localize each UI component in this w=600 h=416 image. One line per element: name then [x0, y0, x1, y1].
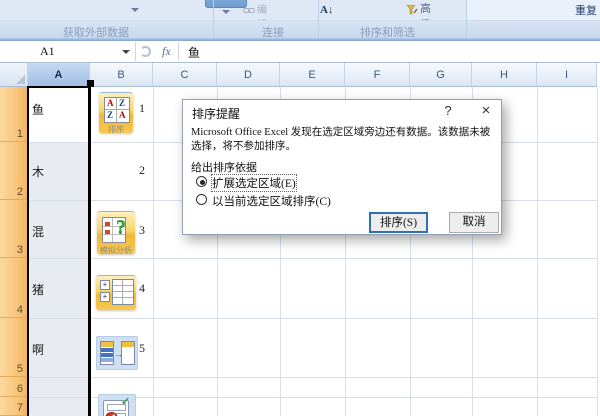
row-header-1[interactable]: 1	[0, 87, 28, 142]
radio-unselected-icon[interactable]	[196, 194, 207, 205]
sort-button[interactable]: 排序(S)	[369, 212, 428, 233]
sort-warning-dialog: 排序提醒 ? × Microsoft Office Excel 发现在选定区域旁…	[182, 99, 502, 235]
column-a-selection-fill	[29, 142, 88, 416]
sort-az-ribbon-icon[interactable]: A↓	[320, 0, 333, 18]
column-header-a[interactable]: A	[28, 63, 90, 87]
sort-az-image-icon[interactable]: A Z Z A 排序	[99, 92, 133, 133]
chain-link-icon	[243, 2, 255, 11]
cell-a2[interactable]: 木	[32, 163, 44, 180]
dialog-title: 排序提醒	[192, 105, 240, 122]
row-header-2[interactable]: 2	[0, 142, 28, 200]
cell-b4-value[interactable]: 4	[139, 281, 145, 296]
excel-window: 编辑链接 A↓ 高级 重复 获取外部数据 连接 排序和筛选 A1	[0, 0, 600, 416]
selection-handle[interactable]	[87, 80, 94, 87]
row-header-4[interactable]: 4	[0, 258, 28, 318]
name-box-dropdown-icon[interactable]	[122, 50, 130, 54]
column-header-d[interactable]: D	[217, 63, 280, 87]
formula-input[interactable]: 鱼	[188, 44, 200, 61]
insert-function-icon[interactable]: fx	[162, 44, 171, 59]
radio-expand-label[interactable]: 扩展选定区域(E)	[212, 175, 296, 191]
formula-bar: A1 fx 鱼	[0, 41, 600, 63]
what-if-analysis-image-icon[interactable]: ? 模拟分析	[97, 211, 135, 254]
selection-border-top	[27, 86, 91, 88]
selection-border-right	[88, 87, 91, 416]
column-header-i[interactable]: I	[537, 63, 597, 87]
ribbon-group-label-bar: 获取外部数据 连接 排序和筛选	[0, 20, 600, 39]
row-header-6[interactable]: 6	[0, 377, 28, 397]
column-header-c[interactable]: C	[153, 63, 217, 87]
close-icon[interactable]: ×	[475, 102, 497, 120]
ribbon: 编辑链接 A↓ 高级 重复 获取外部数据 连接 排序和筛选	[0, 0, 600, 40]
cell-b3-value[interactable]: 3	[139, 223, 145, 238]
column-header-g[interactable]: G	[410, 63, 472, 87]
formula-bar-icon	[140, 46, 151, 57]
remove-duplicates-image-icon[interactable]: →	[96, 336, 138, 370]
row-header-5[interactable]: 5	[0, 318, 28, 377]
remove-duplicates-label: 重复	[575, 5, 597, 17]
subtotal-image-icon[interactable]: + +	[96, 275, 136, 310]
dropdown-arrow-icon[interactable]	[131, 8, 139, 12]
cancel-button[interactable]: 取消	[449, 212, 499, 233]
group-separator	[318, 0, 319, 38]
radio-selected-icon[interactable]	[196, 176, 207, 187]
group-separator	[466, 0, 467, 38]
column-header-f[interactable]: F	[345, 63, 410, 87]
column-header-b[interactable]: B	[90, 63, 153, 87]
dialog-body-text: Microsoft Office Excel 发现在选定区域旁边还有数据。该数据…	[191, 126, 495, 153]
remove-duplicates-button[interactable]: 重复	[575, 1, 597, 19]
cell-a1[interactable]: 鱼	[32, 101, 44, 118]
selection-border-left	[27, 87, 29, 416]
sort-basis-label: 给出排序依据	[191, 159, 257, 175]
radio-current-label[interactable]: 以当前选定区域排序(C)	[212, 193, 331, 209]
data-validation-image-icon[interactable]: ✓	[98, 394, 136, 416]
cell-b2-value[interactable]: 2	[139, 163, 145, 178]
cell-b5-value[interactable]: 5	[139, 341, 145, 356]
cell-a3[interactable]: 混	[32, 223, 44, 240]
cell-b1-value[interactable]: 1	[139, 101, 145, 116]
name-box[interactable]: A1	[40, 44, 55, 59]
group-separator	[213, 0, 214, 38]
refresh-all-button[interactable]	[205, 0, 247, 8]
select-all-triangle-icon	[16, 75, 25, 84]
column-header-e[interactable]: E	[280, 63, 345, 87]
row-header-7[interactable]: 7	[0, 397, 28, 416]
select-all-corner[interactable]	[0, 63, 28, 87]
refresh-dropdown-arrow-icon[interactable]	[222, 10, 230, 14]
cell-a4[interactable]: 猪	[32, 281, 44, 298]
column-header-h[interactable]: H	[472, 63, 537, 87]
cell-a5[interactable]: 啊	[32, 341, 44, 358]
funnel-pencil-icon	[406, 2, 418, 20]
help-icon[interactable]: ?	[437, 102, 459, 120]
row-header-3[interactable]: 3	[0, 200, 28, 258]
check-icon: ✓	[121, 395, 130, 408]
